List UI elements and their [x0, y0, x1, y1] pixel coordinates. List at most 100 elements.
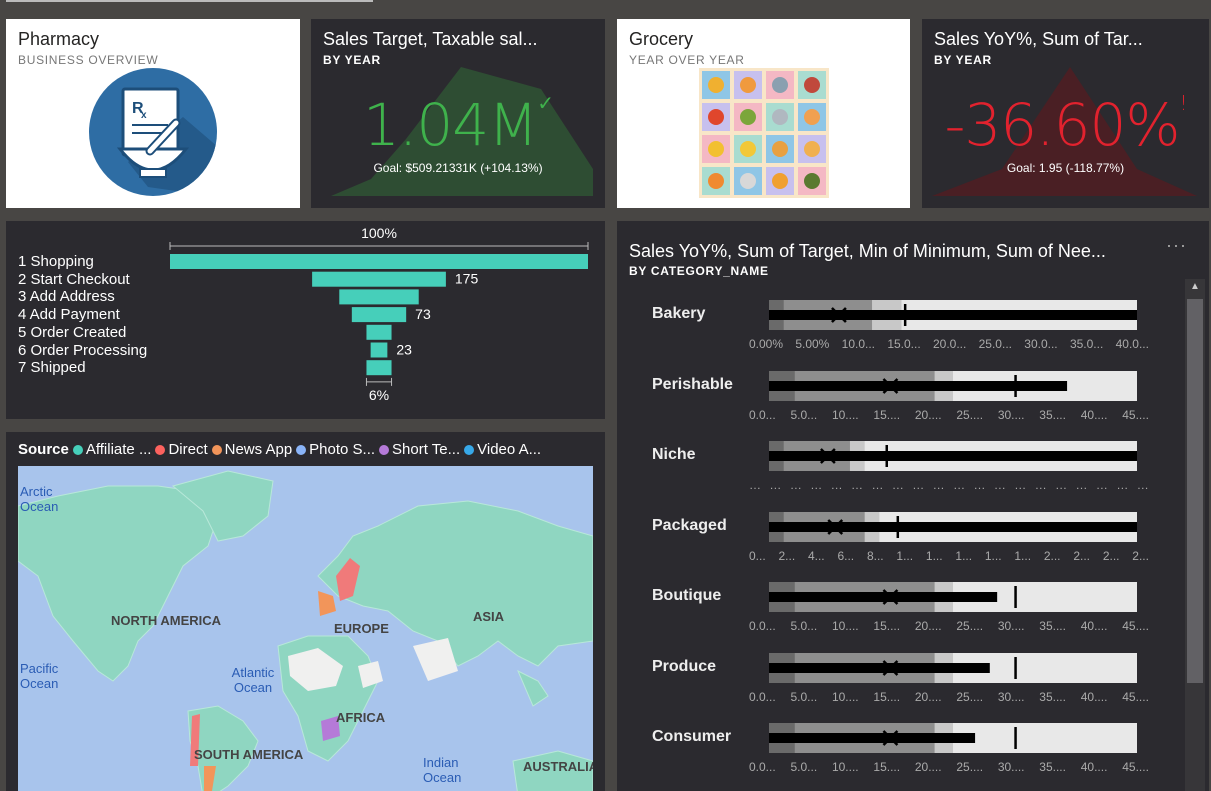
funnel-bar[interactable]: [370, 342, 388, 358]
bullet-tick-label: …: [871, 478, 884, 492]
vertical-scrollbar[interactable]: ▲: [1185, 279, 1205, 791]
bullet-tick-label: 15....: [873, 689, 901, 704]
bullet-axis-ticks: 0.0... 5.0... 10.... 15.... 20.... 25.... 30..…: [749, 690, 1149, 704]
funnel-bar[interactable]: [312, 271, 446, 287]
grocery-item-icon: [772, 77, 788, 93]
map-legend: Source Affiliate ... Direct News App Photo …: [18, 441, 541, 458]
bullet-tick-label: 20.0...: [932, 337, 967, 351]
bullet-axis-ticks: 0.00% 5.00% 10.0... 15.0... 20.0... 25.0... 30…: [749, 337, 1149, 351]
bullet-tick-label: 35....: [1039, 760, 1066, 774]
bullet-value-bar: [769, 592, 998, 602]
funnel-bottom-label: 6%: [369, 387, 389, 403]
bullet-tick-label: 35....: [1039, 619, 1066, 633]
grocery-grid-icon: [699, 68, 829, 198]
exclamation-icon: !: [1179, 91, 1188, 115]
legend-item[interactable]: Affiliate ...: [72, 441, 151, 458]
bullet-axis-ticks: 0.0... 5.0... 10.... 15.... 20.... 25.... 30..…: [749, 760, 1149, 774]
scroll-up-arrow-icon[interactable]: ▲: [1185, 281, 1205, 297]
bullet-tick-label: 35....: [1039, 407, 1066, 422]
bullet-tick-label: 35.0...: [1069, 337, 1104, 351]
bullet-category-label: Boutique: [652, 587, 722, 604]
map-tile[interactable]: Source Affiliate ... Direct News App Photo …: [6, 432, 605, 791]
bullet-tick-label: 1...: [955, 548, 973, 563]
bullet-value-bar: [769, 521, 1137, 532]
bullet-axis-ticks: 0.0... 5.0... 10.... 15.... 20.... 25.... 30..…: [749, 408, 1149, 422]
bullet-bar[interactable]: [763, 511, 1153, 544]
world-map[interactable]: Arctic Ocean Pacific Ocean Atlantic Ocea…: [18, 466, 593, 791]
bullet-bar[interactable]: [763, 723, 1153, 755]
legend-label: Photo S...: [309, 441, 376, 458]
legend-label: News App: [224, 441, 293, 458]
bullet-tick-label: 25....: [956, 689, 984, 704]
ocean-label-indian: Indian Ocean: [423, 755, 462, 785]
grocery-item-icon: [804, 77, 820, 93]
funnel-bar[interactable]: [366, 360, 392, 376]
bullet-tick-label: …: [973, 478, 986, 492]
bullet-tick-label: 0.0...: [749, 407, 776, 422]
kpi-sales-target-tile[interactable]: Sales Target, Taxable sal... BY YEAR 1.0…: [311, 19, 605, 208]
bullet-tick-label: …: [1014, 478, 1027, 492]
funnel-bar[interactable]: [339, 289, 419, 305]
kpi2-subtitle: BY YEAR: [934, 53, 992, 67]
bullet-tick-label: 10....: [831, 407, 859, 422]
bullet-value-bar: [769, 380, 1068, 391]
legend-dot-icon: [72, 444, 83, 455]
map-land: [18, 470, 593, 791]
grocery-item-icon: [708, 109, 724, 125]
bullet-tick-label: 30....: [997, 619, 1025, 633]
bullet-tick-label: 20....: [914, 619, 942, 633]
bullet-tick-label: 40....: [1080, 689, 1108, 704]
bullet-category-label: Niche: [652, 446, 696, 463]
bullet-bar[interactable]: [763, 300, 1153, 332]
bullet-tick-label: 15....: [873, 407, 901, 422]
bullet-axis-ticks: ……………………………………………………: [749, 478, 1149, 492]
bullet-tick-label: 15.0...: [887, 337, 921, 351]
funnel-bar[interactable]: [351, 307, 407, 323]
kpi-sales-yoy-tile[interactable]: Sales YoY%, Sum of Tar... BY YEAR -36.60…: [922, 19, 1209, 208]
legend-item[interactable]: Photo S...: [296, 441, 375, 458]
bullet-tick-label: 2...: [1073, 548, 1091, 563]
grocery-item-icon: [772, 141, 788, 157]
funnel-tile[interactable]: 1 Shopping 2 Start Checkout 3 Add Address 4…: [6, 221, 605, 419]
bullet-bar[interactable]: [763, 441, 1153, 473]
legend-item[interactable]: Short Te...: [379, 441, 460, 458]
bullet-bar[interactable]: [763, 582, 1153, 614]
bullet-tick-label: 0...: [749, 548, 766, 563]
bullet-bar[interactable]: [763, 370, 1153, 403]
bullet-tick-label: 30....: [997, 760, 1025, 774]
funnel-bar[interactable]: [366, 324, 392, 340]
ocean-label-arctic: Arctic Ocean: [20, 484, 59, 514]
legend-dot-icon: [155, 444, 166, 455]
bullet-tick-label: 6...: [837, 548, 855, 563]
kpi2-goal: Goal: 1.95 (-118.77%): [1006, 161, 1125, 175]
bullet-title: Sales YoY%, Sum of Target, Min of Minimu…: [629, 241, 1106, 261]
grocery-tile[interactable]: Grocery YEAR OVER YEAR: [617, 19, 910, 208]
funnel-bar[interactable]: [170, 254, 588, 269]
bullet-tick-label: 40.0...: [1115, 337, 1149, 351]
kpi2-title: Sales YoY%, Sum of Tar...: [934, 29, 1143, 49]
bullet-tick-label: 40....: [1080, 619, 1108, 633]
bullet-chart-tile[interactable]: Sales YoY%, Sum of Target, Min of Minimu…: [617, 221, 1209, 791]
legend-item[interactable]: News App: [211, 441, 293, 458]
bullet-value-bar: [769, 662, 990, 673]
pharmacy-mortar-icon: R x: [89, 68, 217, 196]
bullet-tick-label: 20....: [914, 760, 942, 774]
legend-dot-icon: [464, 444, 475, 455]
svg-text:x: x: [141, 110, 147, 121]
bullet-bar[interactable]: [763, 652, 1153, 685]
bullet-axis-ticks: 0.0... 5.0... 10.... 15.... 20.... 25.... 30..…: [749, 619, 1149, 633]
continent-label-australia: AUSTRALIA: [523, 759, 593, 774]
pharmacy-tile[interactable]: Pharmacy BUSINESS OVERVIEW R x: [6, 19, 300, 208]
continent-label-north-america: NORTH AMERICA: [111, 613, 222, 628]
grocery-item-icon: [804, 109, 820, 125]
legend-dot-icon: [296, 444, 307, 455]
scrollbar-thumb[interactable]: [1187, 299, 1203, 683]
bullet-tick-label: 45....: [1122, 760, 1149, 774]
pharmacy-subtitle: BUSINESS OVERVIEW: [18, 53, 159, 67]
bullet-tick-label: 10....: [831, 760, 859, 774]
more-options-icon[interactable]: ···: [1166, 235, 1187, 256]
bullet-tick-label: …: [1095, 478, 1108, 492]
legend-item[interactable]: Direct: [155, 441, 208, 458]
kpi1-subtitle: BY YEAR: [323, 53, 381, 67]
legend-item[interactable]: Video A...: [464, 441, 541, 458]
